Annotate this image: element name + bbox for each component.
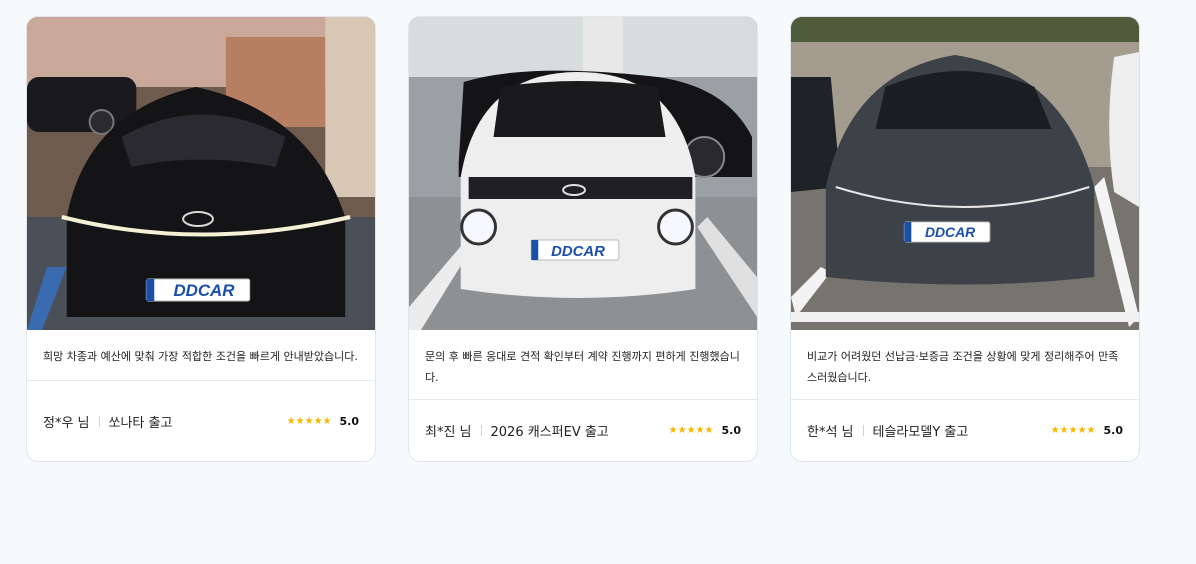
star-rating-icon: ★★★★★ xyxy=(668,425,714,436)
divider xyxy=(98,415,100,427)
review-text: 문의 후 빠른 응대로 견적 확인부터 계약 진행까지 편하게 진행했습니다. xyxy=(409,330,757,400)
plate-text: DDCAR xyxy=(925,224,975,240)
review-footer: 정*우 님 쏘나타 출고 ★★★★★ 5.0 xyxy=(27,381,375,461)
rating-score: 5.0 xyxy=(339,414,360,428)
car-photo-tesla-model-y: DDCAR xyxy=(791,17,1139,330)
car-photo-sonata: DDCAR xyxy=(27,17,375,330)
plate-text: DDCAR xyxy=(551,243,605,260)
star-rating-icon: ★★★★★ xyxy=(1050,425,1096,436)
star-rating-icon: ★★★★★ xyxy=(286,415,332,427)
review-text: 비교가 어려웠던 선납금·보증금 조건을 상황에 맞게 정리해주어 만족스러웠습… xyxy=(791,330,1139,400)
divider xyxy=(862,425,864,436)
car-model: 테슬라모델Y 출고 xyxy=(872,425,969,440)
reviewer-name: 최*진 님 xyxy=(425,425,472,440)
review-text: 희망 차종과 예산에 맞춰 가장 적합한 조건을 빠르게 안내받았습니다. xyxy=(27,330,375,381)
car-photo-casper-ev: DDCAR xyxy=(409,17,757,330)
reviewer-name: 정*우 님 xyxy=(43,415,90,431)
reviewer-name: 한*석 님 xyxy=(807,425,854,440)
car-model: 쏘나타 출고 xyxy=(108,415,173,431)
car-model: 2026 캐스퍼EV 출고 xyxy=(490,425,609,440)
plate-text: DDCAR xyxy=(173,281,235,300)
review-card[interactable]: DDCAR 문의 후 빠른 응대로 견적 확인부터 계약 진행까지 편하게 진행… xyxy=(408,16,758,462)
review-card[interactable]: DDCAR 비교가 어려웠던 선납금·보증금 조건을 상황에 맞게 정리해주어 … xyxy=(790,16,1140,462)
review-footer: 한*석 님 테슬라모델Y 출고 ★★★★★ 5.0 xyxy=(791,400,1139,461)
review-card-list: DDCAR 희망 차종과 예산에 맞춰 가장 적합한 조건을 빠르게 안내받았습… xyxy=(26,16,1140,462)
review-footer: 최*진 님 2026 캐스퍼EV 출고 ★★★★★ 5.0 xyxy=(409,400,757,461)
divider xyxy=(480,425,482,436)
rating-score: 5.0 xyxy=(1103,424,1124,437)
rating-score: 5.0 xyxy=(721,424,742,437)
review-card[interactable]: DDCAR 희망 차종과 예산에 맞춰 가장 적합한 조건을 빠르게 안내받았습… xyxy=(26,16,376,462)
